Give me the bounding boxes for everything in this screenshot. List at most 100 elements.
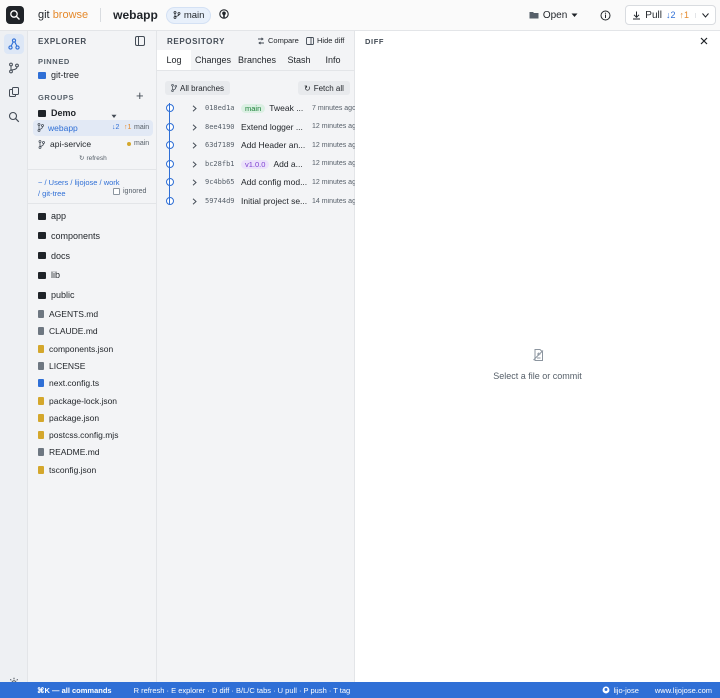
file-item[interactable]: AGENTS.md (38, 309, 98, 319)
hide-diff-button[interactable]: Hide diff (306, 36, 344, 45)
folder-item-public[interactable]: public (38, 290, 75, 300)
diff-panel: DIFF Select a file or commit (355, 31, 720, 682)
folder-icon (38, 291, 46, 299)
pull-button[interactable]: Pull ↓2 ↑1 (625, 5, 716, 25)
status-bar: ⌘K — all commands R refresh · E explorer… (0, 682, 720, 698)
group-demo[interactable]: Demo (38, 108, 76, 118)
github-icon (603, 686, 610, 694)
ref-badge: main (241, 104, 266, 113)
tab-stash[interactable]: Stash (279, 50, 319, 70)
open-button[interactable]: Open (529, 10, 578, 21)
pinned-item-git-tree[interactable]: git-tree (38, 70, 79, 80)
repo-name[interactable]: webapp (113, 8, 158, 22)
ignored-toggle[interactable]: ignored (113, 188, 146, 195)
file-item[interactable]: package-lock.json (38, 396, 117, 406)
file-item[interactable]: CLAUDE.md (38, 326, 98, 336)
file-item[interactable]: tsconfig.json (38, 465, 96, 475)
folder-item-app[interactable]: app (38, 211, 66, 221)
chevron-right-icon[interactable] (192, 123, 197, 133)
rail-graph-button[interactable] (4, 34, 24, 54)
add-group-button[interactable]: + (136, 89, 144, 102)
tab-log[interactable]: Log (157, 50, 191, 70)
chevron-right-icon[interactable] (192, 141, 197, 151)
close-diff-button[interactable] (700, 36, 708, 48)
file-item[interactable]: README.md (38, 447, 100, 457)
refresh-icon: ↻ (79, 155, 85, 162)
file-item[interactable]: components.json (38, 344, 113, 354)
explorer-panel: EXPLORER PINNED git-tree GROUPS + Demo w… (28, 31, 157, 682)
commit-node (166, 141, 174, 150)
git-branch-icon (171, 84, 177, 92)
commit-row[interactable]: bc28fb1 v1.0.0Add a...12 minutes ago (157, 155, 355, 173)
command-palette-hint[interactable]: ⌘K — all commands (37, 686, 112, 695)
refresh-button[interactable]: ↻ refresh (79, 154, 107, 163)
git-branch-icon (173, 11, 181, 19)
diff-empty-state: Select a file or commit (355, 348, 720, 381)
github-icon[interactable] (219, 8, 230, 22)
commit-time: 12 minutes ago (312, 160, 355, 168)
file-item[interactable]: postcss.config.mjs (38, 430, 118, 440)
commit-hash: 8ee4190 (205, 122, 235, 131)
commit-row[interactable]: 018ed1a main Tweak ... 7 minutes ago (157, 99, 355, 117)
repository-title: REPOSITORY (167, 37, 226, 46)
file-item[interactable]: LICENSE (38, 361, 85, 371)
commit-node (166, 197, 174, 205)
all-branches-button[interactable]: All branches (165, 81, 231, 95)
compare-icon (258, 36, 264, 45)
git-branch-icon (38, 139, 45, 149)
file-item[interactable]: package.json (38, 413, 99, 423)
tab-branches[interactable]: Branches (235, 50, 279, 70)
file-icon (38, 310, 44, 318)
file-item[interactable]: next.config.ts (38, 378, 99, 388)
commit-row[interactable]: 63d7189 Add Header an... 12 minutes ago (157, 136, 355, 154)
folder-item-components[interactable]: components (38, 231, 100, 241)
repo-item-webapp[interactable]: webapp ↓2 ↑1 main (33, 120, 153, 136)
ignored-checkbox[interactable] (113, 188, 120, 195)
rail-branches-button[interactable] (4, 58, 24, 78)
tab-changes[interactable]: Changes (191, 50, 235, 70)
commit-hash: 63d7189 (205, 141, 235, 150)
chevron-right-icon[interactable] (192, 197, 197, 207)
file-icon (38, 431, 44, 440)
branch-pill[interactable]: main (165, 6, 212, 24)
app-logo-icon (6, 6, 24, 24)
folder-icon (529, 12, 539, 19)
chevron-right-icon[interactable] (192, 160, 197, 170)
toggle-sidebar-button[interactable] (135, 36, 145, 49)
folder-item-docs[interactable]: docs (38, 251, 70, 261)
repository-panel: REPOSITORY Compare Hide diff Log Changes… (157, 31, 355, 682)
pull-options-button[interactable] (695, 12, 709, 18)
repo-item-api-service[interactable]: api-service (38, 139, 91, 149)
commit-hash: 59744d9 (205, 197, 235, 205)
compare-button[interactable]: Compare (257, 36, 299, 45)
rail-search-button[interactable] (4, 107, 24, 127)
chevron-right-icon[interactable] (192, 178, 197, 188)
fetch-all-button[interactable]: ↻ Fetch all (298, 81, 350, 95)
commit-row[interactable]: 8ee4190 Extend logger ... 12 minutes ago (157, 118, 355, 136)
activity-rail (0, 31, 28, 689)
commit-time: 14 minutes ago (312, 197, 355, 205)
refresh-icon: ↻ (304, 83, 311, 93)
diff-title: DIFF (365, 37, 385, 46)
file-icon (38, 344, 44, 353)
commit-message: Extend logger ... (241, 121, 303, 132)
pinned-label: PINNED (38, 57, 70, 66)
search-icon (8, 111, 20, 123)
rail-copy-button[interactable] (4, 82, 24, 102)
shortcut-hints: R refresh · E explorer · D diff · B/L/C … (133, 685, 351, 695)
chevron-right-icon[interactable] (192, 104, 197, 114)
folder-icon (38, 271, 46, 279)
commit-node (166, 122, 174, 131)
file-icon (38, 327, 44, 336)
commit-message: Add config mod... (241, 177, 308, 188)
chevron-down-icon (571, 13, 578, 17)
commit-row[interactable]: 59744d9 Initial project se... 14 minutes a… (157, 192, 355, 210)
tab-info[interactable]: Info (319, 50, 347, 70)
explorer-title: EXPLORER (38, 37, 87, 46)
commit-row[interactable]: 9c4bb65 Add config mod... 12 minutes ago (157, 173, 355, 191)
website-link[interactable]: www.lijojose.com (655, 686, 712, 695)
github-user-link[interactable]: lijo-jose (602, 686, 639, 695)
repository-tabs: Log Changes Branches Stash Info (157, 50, 355, 71)
info-button[interactable] (600, 10, 611, 21)
folder-item-lib[interactable]: lib (38, 270, 60, 280)
